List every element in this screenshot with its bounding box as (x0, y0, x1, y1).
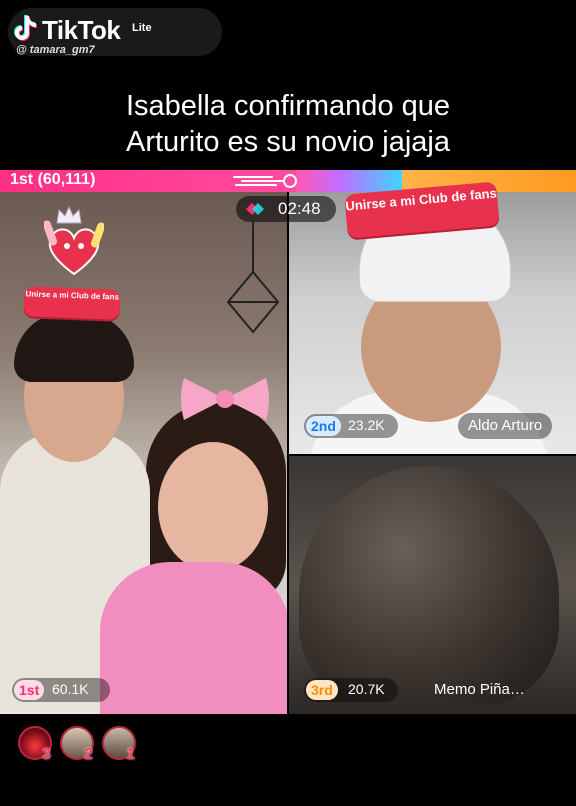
battle-icon (246, 203, 264, 215)
video-caption: Isabella confirmando que Arturito es su … (0, 88, 576, 160)
caption-line-2: Arturito es su novio jajaja (126, 126, 450, 158)
tiktok-wordmark: TikTok (42, 15, 121, 45)
rank-score-1st: 60.1K (52, 681, 89, 697)
rank-badge-2nd: 2nd (306, 416, 341, 436)
watermark-username: @ tamara_gm7 (16, 44, 95, 56)
rank-badge-1st: 1st (14, 680, 45, 700)
rank-pill-3rd: 3rd 20.7K (304, 678, 398, 702)
tiktok-logo-icon (14, 15, 37, 41)
heart-sticker-icon (44, 220, 104, 276)
boy-hair (14, 312, 134, 382)
participant-name-3rd[interactable]: Memo Piña… (424, 677, 535, 703)
timer-text: 02:48 (278, 199, 321, 218)
rank-score-3rd: 20.7K (348, 681, 385, 697)
rank-pill-2nd: 2nd 23.2K (304, 414, 398, 438)
participant-name-2nd[interactable]: Aldo Arturo (458, 413, 553, 439)
tiktok-lite-label: Lite (132, 22, 152, 34)
rank-score-2nd: 23.2K (348, 417, 385, 433)
gifter-position-1: 1 (126, 746, 135, 763)
leader-score-label: 1st (60,111) (10, 171, 96, 188)
gifter-position-2: 2 (84, 746, 93, 763)
gifter-position-3: 3 (42, 746, 51, 763)
fan-club-sticker-1st[interactable]: Unirse a mi Club de fans (23, 286, 121, 320)
battle-timer: 02:48 (236, 196, 336, 222)
rank-badge-3rd: 3rd (306, 680, 338, 700)
pink-bow-icon (181, 378, 269, 420)
girl-face (158, 442, 268, 572)
speed-lines-icon (233, 174, 297, 188)
video-pane-3rd[interactable] (289, 456, 576, 714)
person-hair-closeup (299, 466, 559, 706)
caption-line-1: Isabella confirmando que (125, 90, 451, 122)
score-bar-segment-2nd (296, 170, 402, 192)
rank-pill-1st: 1st 60.1K (12, 678, 110, 702)
girl-shirt (100, 562, 287, 714)
pendant-lamp-icon (226, 222, 280, 334)
